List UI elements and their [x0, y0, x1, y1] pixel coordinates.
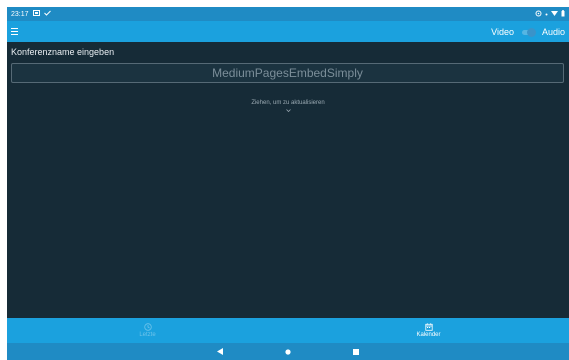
dot-icon: [545, 11, 548, 18]
system-navigation-bar: [7, 343, 569, 360]
bottom-navigation: Letzte Kalender: [7, 318, 569, 343]
tab-calendar[interactable]: Kalender: [288, 318, 569, 343]
tab-recent-label: Letzte: [139, 332, 156, 338]
notification-image-icon: [32, 10, 40, 18]
hamburger-menu-icon[interactable]: [11, 27, 21, 37]
wifi-icon: [551, 10, 558, 18]
home-icon[interactable]: [284, 348, 292, 356]
conference-name-input[interactable]: [11, 63, 564, 83]
conference-name-label: Konferenzname eingeben: [11, 47, 115, 57]
status-right: [535, 9, 565, 19]
check-icon: [43, 10, 51, 18]
av-toggle-group: Video Audio: [491, 27, 565, 37]
video-label: Video: [491, 26, 514, 37]
app-toolbar: Video Audio: [7, 21, 569, 42]
chevron-down-icon: [7, 108, 569, 114]
sync-icon: [535, 10, 542, 19]
status-left: 23:17: [11, 10, 51, 18]
battery-icon: [561, 9, 565, 19]
audio-label: Audio: [541, 26, 565, 37]
status-bar: 23:17: [7, 7, 569, 21]
status-time: 23:17: [11, 10, 29, 18]
pull-to-refresh-hint: Ziehen, um zu aktualisieren: [251, 100, 325, 106]
app-window: 23:17 Video Audio Konferenzname eingeben…: [7, 7, 569, 360]
back-icon[interactable]: [216, 348, 224, 356]
video-audio-toggle[interactable]: [520, 27, 536, 37]
calendar-icon: [424, 323, 433, 331]
recents-icon[interactable]: [352, 348, 360, 356]
tab-calendar-label: Kalender: [416, 332, 441, 338]
tab-recent[interactable]: Letzte: [7, 318, 288, 343]
clock-icon: [143, 323, 152, 331]
